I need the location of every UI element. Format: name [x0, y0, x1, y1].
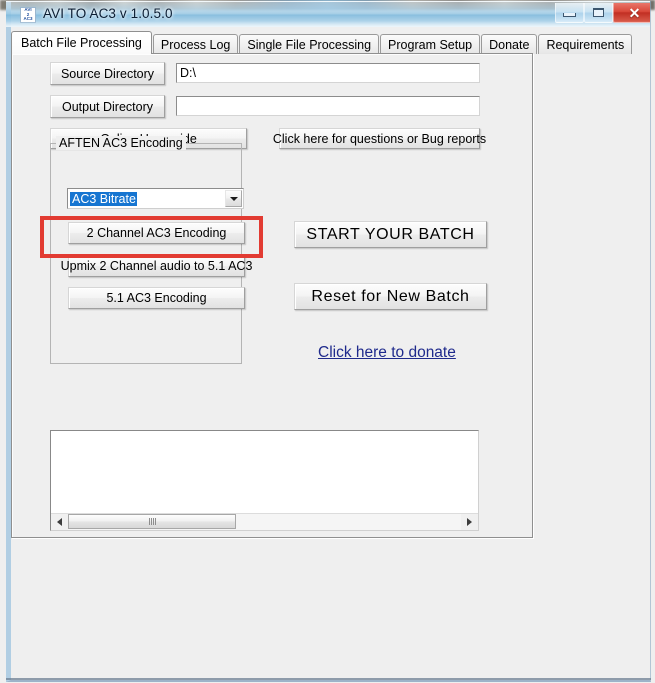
five-one-ac3-encoding-button[interactable]: 5.1 AC3 Encoding — [68, 287, 245, 309]
chevron-down-icon[interactable] — [225, 190, 242, 207]
reset-for-new-batch-label: Reset for New Batch — [311, 287, 470, 305]
two-channel-ac3-encoding-button[interactable]: 2 Channel AC3 Encoding — [68, 222, 245, 244]
bug-reports-label: Click here for questions or Bug reports — [272, 131, 487, 146]
maximize-icon — [593, 8, 604, 17]
upmix-2-channel-to-51-label: Upmix 2 Channel audio to 5.1 AC3 — [60, 259, 253, 273]
output-directory-button-label: Output Directory — [61, 99, 153, 114]
window-title: AVI TO AC3 v 1.0.5.0 — [43, 6, 173, 21]
tab-label: Single File Processing — [247, 37, 372, 52]
scroll-right-button[interactable] — [461, 514, 478, 530]
window-bottom-edge — [6, 678, 651, 680]
minimize-icon — [563, 13, 576, 17]
scroll-left-button[interactable] — [51, 514, 68, 530]
caret-right-icon — [467, 518, 472, 526]
tab-label: Program Setup — [388, 37, 473, 52]
tab-label: Process Log — [160, 37, 231, 52]
ac3-bitrate-selected-value: AC3 Bitrate — [70, 191, 137, 206]
maximize-button[interactable] — [584, 3, 613, 23]
output-directory-field[interactable] — [176, 96, 480, 116]
two-channel-ac3-encoding-label: 2 Channel AC3 Encoding — [86, 226, 227, 240]
tab-label: Batch File Processing — [21, 36, 142, 50]
close-button[interactable]: ✕ — [613, 3, 650, 23]
grip-line — [154, 518, 156, 525]
tab-label: Requirements — [546, 37, 625, 52]
caret-left-icon — [57, 518, 62, 526]
tab-donate[interactable]: Donate — [481, 34, 538, 54]
start-your-batch-label: START YOUR BATCH — [306, 225, 475, 243]
upmix-2-channel-to-51-button[interactable]: Upmix 2 Channel audio to 5.1 AC3 — [61, 255, 252, 277]
log-listbox-horizontal-scrollbar[interactable] — [51, 513, 478, 530]
app-icon-line-3: AC3 — [23, 16, 33, 22]
tab-program-setup[interactable]: Program Setup — [380, 34, 481, 54]
scrollbar-track[interactable] — [68, 514, 461, 530]
grip-line — [150, 518, 152, 525]
reset-for-new-batch-button[interactable]: Reset for New Batch — [294, 283, 487, 310]
bug-reports-button[interactable]: Click here for questions or Bug reports — [273, 128, 486, 149]
avi-to-ac3-icon: AVI 2 AC3 — [20, 7, 36, 23]
donate-link[interactable]: Click here to donate — [318, 344, 456, 362]
tab-label: Donate — [489, 37, 530, 52]
source-directory-button[interactable]: Source Directory — [50, 62, 165, 85]
source-directory-value: D:\ — [180, 66, 196, 80]
close-icon: ✕ — [628, 4, 641, 21]
title-bar[interactable]: AVI 2 AC3 AVI TO AC3 v 1.0.5.0 ✕ — [6, 1, 650, 27]
source-directory-field[interactable]: D:\ — [176, 63, 480, 83]
ac3-bitrate-combobox[interactable]: AC3 Bitrate — [67, 188, 244, 209]
log-listbox[interactable] — [50, 430, 479, 531]
grip-line — [152, 518, 154, 525]
scrollbar-thumb[interactable] — [68, 514, 236, 529]
five-one-ac3-encoding-label: 5.1 AC3 Encoding — [106, 291, 207, 305]
minimize-button[interactable] — [555, 3, 584, 23]
tab-batch-file-processing[interactable]: Batch File Processing — [11, 31, 152, 54]
aften-ac3-encoding-group — [50, 143, 242, 364]
start-your-batch-button[interactable]: START YOUR BATCH — [294, 221, 487, 248]
tab-strip: Batch File Processing Process Log Single… — [11, 31, 633, 54]
output-directory-button[interactable]: Output Directory — [50, 95, 165, 118]
aften-ac3-encoding-group-label: AFTEN AC3 Encoding — [56, 136, 186, 150]
tab-requirements[interactable]: Requirements — [538, 34, 633, 54]
chevron-down-glyph — [229, 196, 238, 201]
grip-line — [148, 518, 150, 525]
tab-process-log[interactable]: Process Log — [152, 34, 239, 54]
tab-single-file-processing[interactable]: Single File Processing — [239, 34, 380, 54]
source-directory-button-label: Source Directory — [60, 66, 155, 81]
